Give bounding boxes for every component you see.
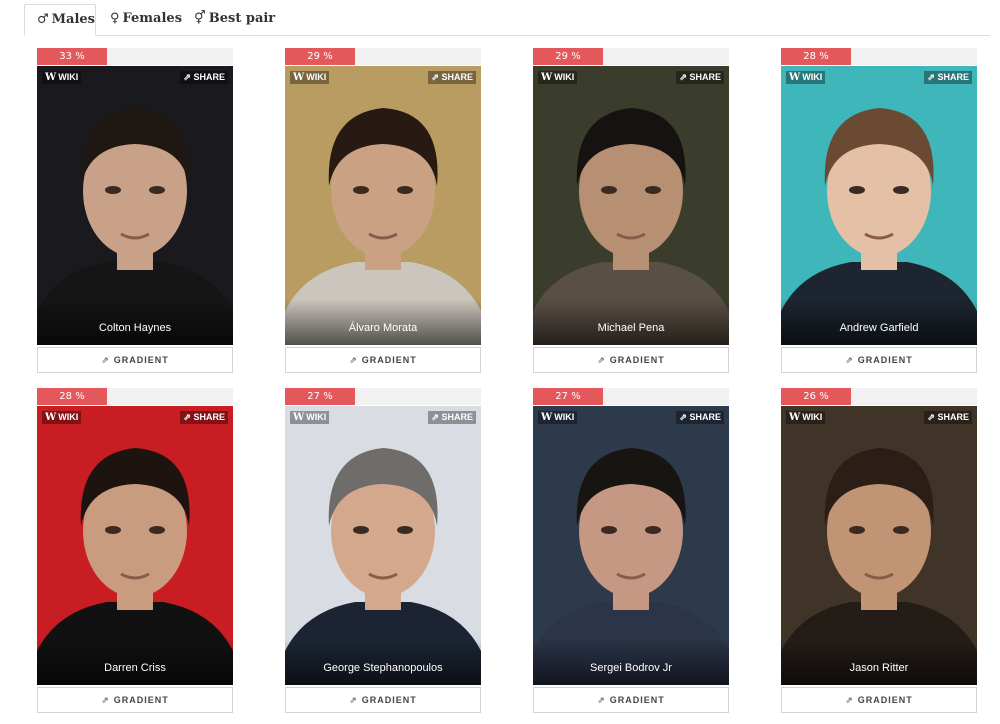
share-button[interactable]: ⇗ SHARE	[924, 411, 972, 424]
share-icon: ⇗	[679, 412, 687, 422]
share-button[interactable]: ⇗ SHARE	[676, 71, 724, 84]
gradient-icon: ⇗	[349, 355, 358, 365]
wiki-icon: W	[789, 72, 801, 83]
share-button[interactable]: ⇗ SHARE	[676, 411, 724, 424]
share-icon: ⇗	[927, 412, 935, 422]
wiki-link[interactable]: W WIKI	[786, 411, 826, 424]
similarity-bar: 27 %	[533, 388, 729, 405]
tab-label: Males	[51, 12, 95, 27]
similarity-percent: 33 %	[37, 48, 107, 65]
similarity-bar: 29 %	[533, 48, 729, 65]
share-button[interactable]: ⇗ SHARE	[180, 71, 228, 84]
similarity-bar: 27 %	[285, 388, 481, 405]
share-button[interactable]: ⇗ SHARE	[924, 71, 972, 84]
gradient-button[interactable]: ⇗ GRADIENT	[533, 687, 729, 713]
gradient-icon: ⇗	[597, 355, 606, 365]
gradient-icon: ⇗	[597, 695, 606, 705]
person-name: Michael Pena	[597, 322, 665, 334]
wiki-icon: W	[45, 72, 57, 83]
share-icon: ⇗	[183, 412, 191, 422]
female-symbol-icon: ♀	[110, 11, 120, 26]
gradient-icon: ⇗	[845, 695, 854, 705]
tab-females[interactable]: ♀ Females	[98, 4, 194, 34]
person-card: 28 % W WIKI ⇗ SHARE Darren Criss ⇗ GRADIENT	[37, 388, 233, 713]
person-photo[interactable]: W WIKI ⇗ SHARE Darren Criss	[37, 406, 233, 685]
gradient-icon: ⇗	[845, 355, 854, 365]
person-photo[interactable]: W WIKI ⇗ SHARE Colton Haynes	[37, 66, 233, 345]
share-icon: ⇗	[431, 72, 439, 82]
similarity-percent: 27 %	[285, 388, 355, 405]
person-photo[interactable]: W WIKI ⇗ SHARE Álvaro Morata	[285, 66, 481, 345]
person-name: Andrew Garfield	[839, 322, 919, 334]
similarity-percent: 28 %	[37, 388, 107, 405]
wiki-link[interactable]: W WIKI	[42, 71, 82, 84]
pair-symbol-icon: ⚥	[194, 11, 206, 26]
person-photo[interactable]: W WIKI ⇗ SHARE Michael Pena	[533, 66, 729, 345]
person-card: 29 % W WIKI ⇗ SHARE Michael Pena ⇗ GRADIENT	[533, 48, 729, 373]
share-icon: ⇗	[679, 72, 687, 82]
person-card: 26 % W WIKI ⇗ SHARE Jason Ritter ⇗ GRADIENT	[781, 388, 977, 713]
tab-label: Females	[122, 11, 183, 26]
person-card: 28 % W WIKI ⇗ SHARE Andrew Garfield ⇗ GRADIENT	[781, 48, 977, 373]
person-name: Jason Ritter	[849, 662, 909, 674]
wiki-icon: W	[293, 412, 305, 423]
gradient-button[interactable]: ⇗ GRADIENT	[285, 347, 481, 373]
tab-label: Best pair	[208, 11, 276, 26]
tab-best-pair[interactable]: ⚥ Best pair	[182, 4, 287, 34]
share-button[interactable]: ⇗ SHARE	[428, 71, 476, 84]
gradient-button[interactable]: ⇗ GRADIENT	[37, 347, 233, 373]
wiki-icon: W	[541, 412, 553, 423]
similarity-bar: 28 %	[37, 388, 233, 405]
person-card: 29 % W WIKI ⇗ SHARE Álvaro Morata ⇗ GRADIENT	[285, 48, 481, 373]
similarity-percent: 29 %	[285, 48, 355, 65]
similarity-percent: 26 %	[781, 388, 851, 405]
person-photo[interactable]: W WIKI ⇗ SHARE Sergei Bodrov Jr	[533, 406, 729, 685]
wiki-link[interactable]: W WIKI	[290, 411, 330, 424]
similarity-bar: 33 %	[37, 48, 233, 65]
similarity-bar: 26 %	[781, 388, 977, 405]
person-name: Darren Criss	[104, 662, 166, 674]
person-photo[interactable]: W WIKI ⇗ SHARE Andrew Garfield	[781, 66, 977, 345]
person-card: 27 % W WIKI ⇗ SHARE George Stephanopoulos ⇗ GR…	[285, 388, 481, 713]
wiki-icon: W	[541, 72, 553, 83]
tab-males[interactable]: ♂ Males	[24, 4, 96, 36]
person-photo[interactable]: W WIKI ⇗ SHARE Jason Ritter	[781, 406, 977, 685]
share-button[interactable]: ⇗ SHARE	[180, 411, 228, 424]
gradient-button[interactable]: ⇗ GRADIENT	[781, 347, 977, 373]
person-card: 27 % W WIKI ⇗ SHARE Sergei Bodrov Jr ⇗ GRADIEN…	[533, 388, 729, 713]
person-name: George Stephanopoulos	[323, 662, 443, 674]
person-name: Álvaro Morata	[348, 322, 418, 334]
wiki-link[interactable]: W WIKI	[786, 71, 826, 84]
similarity-percent: 28 %	[781, 48, 851, 65]
share-icon: ⇗	[431, 412, 439, 422]
gradient-button[interactable]: ⇗ GRADIENT	[533, 347, 729, 373]
gradient-icon: ⇗	[101, 695, 110, 705]
wiki-link[interactable]: W WIKI	[42, 411, 82, 424]
share-icon: ⇗	[927, 72, 935, 82]
gradient-icon: ⇗	[349, 695, 358, 705]
wiki-icon: W	[293, 72, 305, 83]
gradient-icon: ⇗	[101, 355, 110, 365]
wiki-link[interactable]: W WIKI	[538, 71, 578, 84]
gradient-button[interactable]: ⇗ GRADIENT	[285, 687, 481, 713]
gradient-button[interactable]: ⇗ GRADIENT	[781, 687, 977, 713]
similarity-bar: 28 %	[781, 48, 977, 65]
wiki-icon: W	[789, 412, 801, 423]
male-symbol-icon: ♂	[37, 12, 49, 27]
similarity-percent: 29 %	[533, 48, 603, 65]
person-name: Sergei Bodrov Jr	[590, 662, 672, 674]
gradient-button[interactable]: ⇗ GRADIENT	[37, 687, 233, 713]
person-card: 33 % W WIKI ⇗ SHARE Colton Haynes ⇗ GRADIENT	[37, 48, 233, 373]
wiki-icon: W	[45, 412, 57, 423]
wiki-link[interactable]: W WIKI	[290, 71, 330, 84]
wiki-link[interactable]: W WIKI	[538, 411, 578, 424]
person-photo[interactable]: W WIKI ⇗ SHARE George Stephanopoulos	[285, 406, 481, 685]
similarity-bar: 29 %	[285, 48, 481, 65]
person-name: Colton Haynes	[98, 322, 172, 334]
share-icon: ⇗	[183, 72, 191, 82]
share-button[interactable]: ⇗ SHARE	[428, 411, 476, 424]
similarity-percent: 27 %	[533, 388, 603, 405]
gender-tabs: ♂ Males ♀ Females ⚥ Best pair	[24, 4, 990, 36]
